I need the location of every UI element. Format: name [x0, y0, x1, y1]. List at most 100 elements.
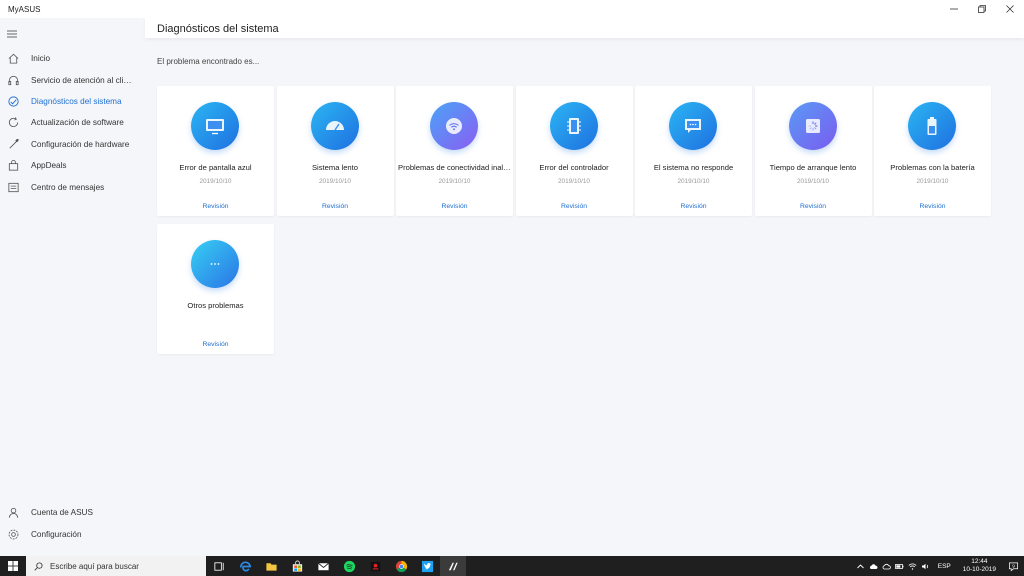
- onedrive-button[interactable]: [867, 556, 880, 576]
- problem-card-blue-screen[interactable]: Error de pantalla azul 2019/10/10 Revisi…: [157, 86, 274, 216]
- spotify-button[interactable]: [336, 556, 362, 576]
- review-link[interactable]: Revisión: [396, 203, 513, 210]
- card-icon-circle: [788, 102, 837, 150]
- battery-tray-button[interactable]: [893, 556, 906, 576]
- loading-icon: [805, 119, 820, 133]
- review-link[interactable]: Revisión: [874, 203, 991, 210]
- review-link[interactable]: Revisión: [277, 203, 394, 210]
- sidebar-item-label: Diagnósticos del sistema: [31, 96, 122, 106]
- card-date: 2019/10/10: [558, 178, 590, 185]
- sidebar-item-label: Configuración: [31, 529, 82, 539]
- card-title: El sistema no responde: [653, 163, 734, 172]
- card-title: Otros problemas: [187, 301, 244, 310]
- mail-icon: [317, 562, 329, 570]
- card-date: 2019/10/10: [199, 178, 232, 185]
- window-controls: [940, 0, 1024, 18]
- review-link[interactable]: Revisión: [755, 203, 872, 210]
- sidebar-item-configuracion[interactable]: Configuración: [0, 523, 145, 545]
- monitor-icon: [206, 119, 224, 135]
- notification-count: 9: [1012, 563, 1015, 568]
- sidebar-item-cuenta[interactable]: Cuenta de ASUS: [0, 501, 145, 523]
- review-link[interactable]: Revisión: [157, 203, 274, 210]
- diagnostics-icon: [6, 94, 20, 108]
- driver-icon: [566, 118, 581, 134]
- sidebar-item-hardware[interactable]: Configuración de hardware: [0, 134, 145, 155]
- show-hidden-icons-button[interactable]: [854, 556, 867, 576]
- problem-card-battery[interactable]: Problemas con la batería 2019/10/10 Revi…: [874, 86, 991, 216]
- task-view-button[interactable]: [206, 556, 232, 576]
- sidebar-item-servicio[interactable]: Servicio de atención al cliente: [0, 69, 145, 90]
- card-title: Error de pantalla azul: [179, 163, 252, 172]
- spotify-icon: [343, 560, 355, 572]
- battery-tray-icon: [894, 563, 904, 569]
- app-title: MyASUS: [8, 4, 41, 14]
- minimize-button[interactable]: [940, 0, 968, 18]
- card-icon-circle: [191, 102, 239, 150]
- home-icon: [6, 52, 20, 66]
- clock-time: 12:44: [971, 558, 988, 565]
- sidebar-item-appdeals[interactable]: AppDeals: [0, 155, 145, 176]
- windows-icon: [8, 561, 18, 571]
- card-icon-circle: [310, 102, 359, 150]
- start-button[interactable]: [0, 556, 26, 576]
- sidebar-item-actualizacion[interactable]: Actualización de software: [0, 112, 145, 133]
- card-icon-circle: [908, 102, 956, 150]
- wifi-icon: [446, 118, 462, 134]
- problem-card-not-responding[interactable]: El sistema no responde 2019/10/10 Revisi…: [635, 86, 752, 216]
- card-icon-circle: [669, 102, 717, 150]
- restore-button[interactable]: [968, 0, 996, 18]
- network-button[interactable]: [906, 556, 919, 576]
- card-date: 2019/10/10: [438, 178, 471, 185]
- language-indicator[interactable]: ESP: [938, 563, 951, 570]
- edge-button[interactable]: [232, 556, 258, 576]
- sidebar-item-label: Servicio de atención al cliente: [31, 75, 136, 85]
- taskbar-search[interactable]: Escribe aquí para buscar: [26, 556, 206, 576]
- review-link[interactable]: Revisión: [516, 203, 633, 210]
- menu-button[interactable]: [6, 26, 20, 38]
- onedrive-alt-button[interactable]: [880, 556, 893, 576]
- restore-icon: [978, 5, 986, 13]
- store-icon: [292, 560, 302, 572]
- card-title: Problemas de conectividad inalámbrica: [398, 163, 513, 172]
- twitter-button[interactable]: [414, 556, 440, 576]
- problem-card-slow-system[interactable]: Sistema lento 2019/10/10 Revisión: [276, 86, 394, 216]
- search-placeholder: Escribe aquí para buscar: [50, 561, 139, 571]
- task-view-icon: [213, 561, 224, 571]
- volume-button[interactable]: [919, 556, 932, 576]
- sidebar: Inicio Servicio de atención al cliente D…: [0, 18, 145, 556]
- sidebar-item-diagnosticos[interactable]: Diagnósticos del sistema: [0, 91, 145, 112]
- file-explorer-button[interactable]: [258, 556, 284, 576]
- app-red-button[interactable]: [362, 556, 388, 576]
- action-center-button[interactable]: 9: [1002, 556, 1024, 576]
- taskbar-clock[interactable]: 12:44 10-10-2019: [963, 558, 996, 574]
- system-tray: ESP 12:44 10-10-2019 9: [854, 556, 1024, 576]
- myasus-taskbar-button[interactable]: [440, 556, 466, 576]
- problem-card-other[interactable]: Otros problemas Revisión: [157, 224, 274, 354]
- user-icon: [6, 505, 20, 519]
- close-button[interactable]: [996, 0, 1024, 18]
- review-link[interactable]: Revisión: [635, 203, 752, 210]
- headset-icon: [6, 73, 20, 87]
- close-icon: [1006, 5, 1014, 13]
- store-button[interactable]: [284, 556, 310, 576]
- title-bar: MyASUS: [0, 0, 1024, 18]
- chrome-button[interactable]: [388, 556, 414, 576]
- cloud-outline-icon: [882, 563, 891, 569]
- card-title: Error del controlador: [539, 163, 609, 172]
- gear-icon: [6, 527, 20, 541]
- app-red-icon: [370, 561, 380, 571]
- sidebar-item-label: Cuenta de ASUS: [31, 507, 93, 517]
- problem-card-wireless[interactable]: Problemas de conectividad inalámbrica 20…: [396, 86, 513, 216]
- problem-card-slow-boot[interactable]: Tiempo de arranque lento 2019/10/10 Revi…: [754, 86, 872, 216]
- bag-icon: [6, 159, 20, 173]
- speedometer-icon: [325, 121, 344, 131]
- twitter-icon: [421, 560, 433, 572]
- problem-card-driver-error[interactable]: Error del controlador 2019/10/10 Revisió…: [515, 86, 633, 216]
- sidebar-item-inicio[interactable]: Inicio: [0, 48, 145, 69]
- card-date: 2019/10/10: [797, 178, 829, 185]
- sidebar-item-label: AppDeals: [31, 161, 67, 171]
- edge-icon: [239, 560, 251, 571]
- review-link[interactable]: Revisión: [157, 341, 274, 348]
- mail-button[interactable]: [310, 556, 336, 576]
- sidebar-item-mensajes[interactable]: Centro de mensajes: [0, 176, 145, 197]
